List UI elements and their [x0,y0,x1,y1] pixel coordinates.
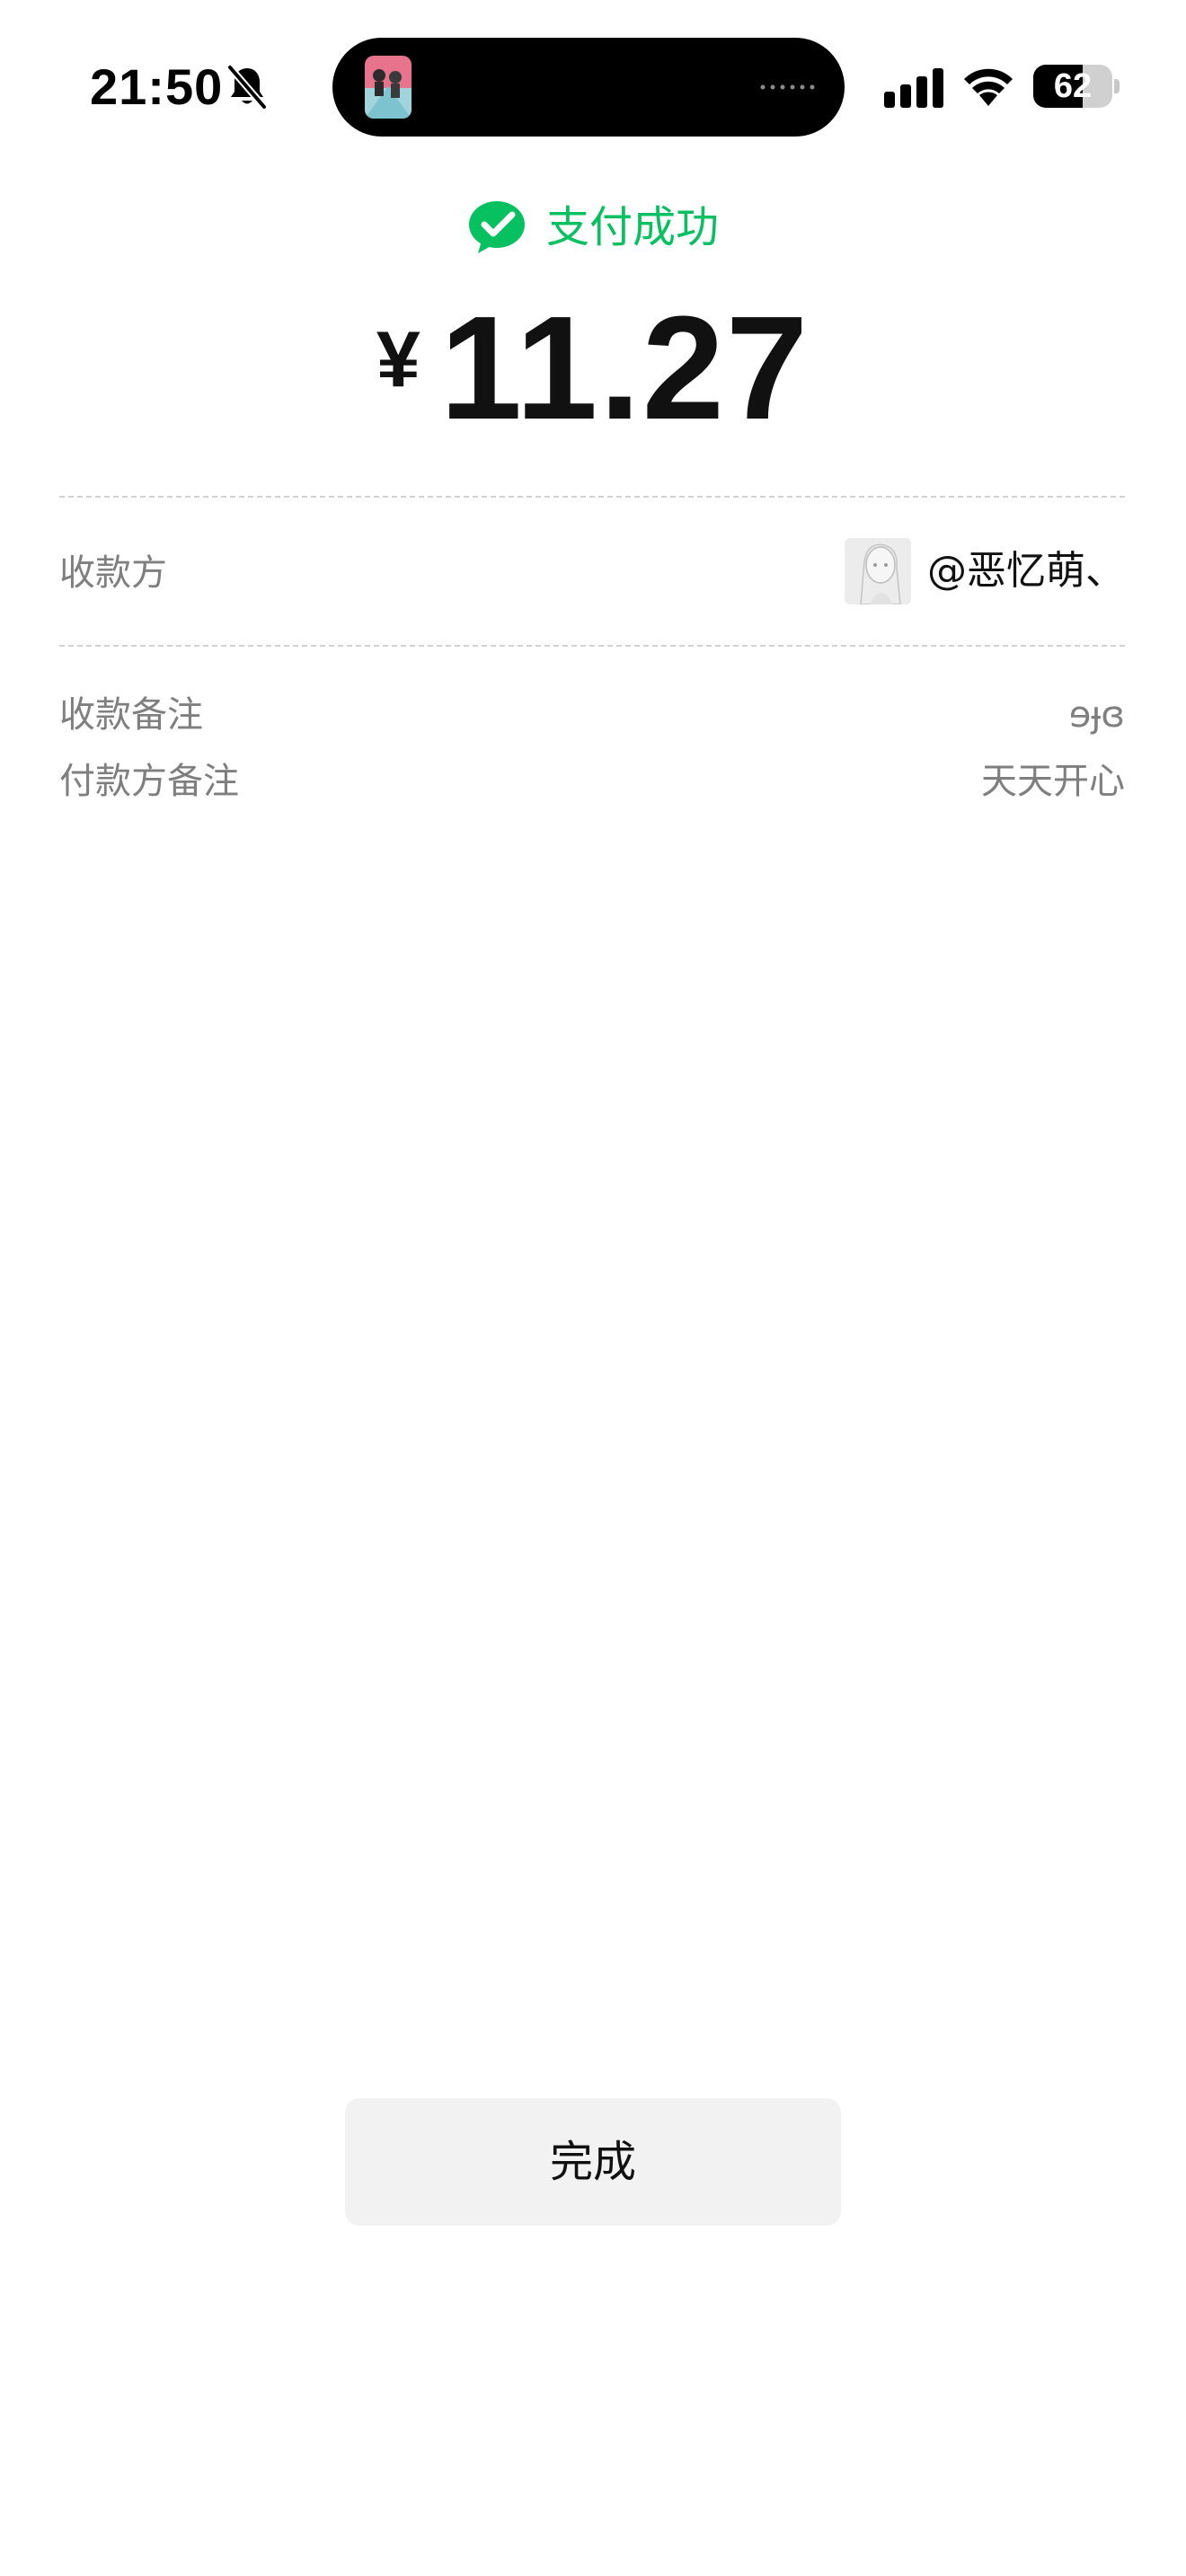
divider-top [59,496,1125,498]
amount-value: 11.27 [439,286,810,450]
payer-note-label: 付款方备注 [59,761,239,802]
payee-info[interactable]: @恶忆萌、 [845,537,1125,605]
payment-amount: ¥ 11.27 [0,286,1186,450]
wifi-icon [964,68,1013,106]
done-button-label: 完成 [549,2137,636,2187]
battery-icon: 62 [1033,65,1120,108]
done-button[interactable]: 完成 [345,2098,841,2226]
bell-off-icon [226,65,268,110]
wechat-pay-icon [468,201,525,253]
payee-name: @恶忆萌、 [927,548,1125,594]
live-activity-app-icon [365,56,412,119]
divider-middle [59,645,1125,647]
dynamic-island[interactable] [332,38,845,137]
payment-success-header: 支付成功 [0,198,1186,257]
payee-avatar [845,538,911,604]
battery-body: 62 [1033,65,1112,108]
payment-status-text: 支付成功 [545,202,719,252]
island-dots-icon [760,84,815,90]
payee-note-label: 收款备注 [59,694,203,736]
payee-label: 收款方 [59,552,167,594]
battery-cap [1114,79,1120,93]
status-time: 21:50 [90,58,224,115]
signal-icon [884,68,943,108]
battery-percent: 62 [1053,67,1093,105]
status-bar: 21:50 62 [0,0,1186,171]
currency-symbol: ¥ [376,314,420,403]
payee-note-value: ɘɟɞ [1068,694,1125,736]
payer-note-value: 天天开心 [981,761,1125,802]
